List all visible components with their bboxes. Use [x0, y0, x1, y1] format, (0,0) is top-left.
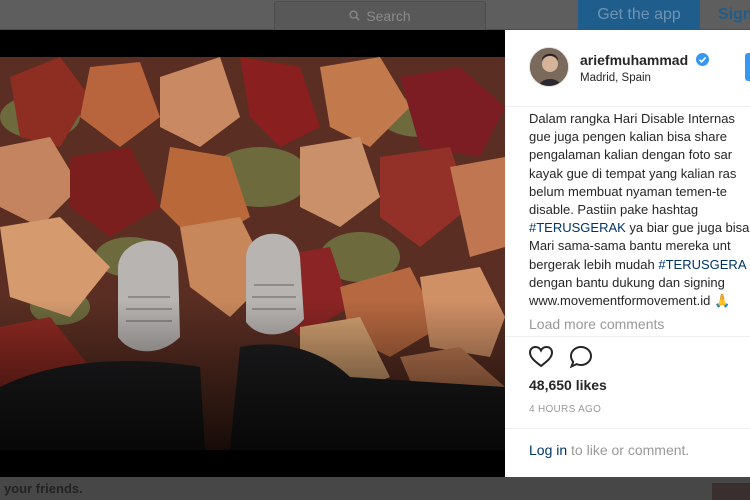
background-page-strip: [0, 477, 750, 500]
caption-line: Mari sama-sama bantu mereka unt: [529, 238, 731, 254]
get-the-app-button[interactable]: Get the app: [578, 0, 700, 30]
login-link[interactable]: Log in: [529, 442, 567, 458]
avatar[interactable]: [529, 47, 569, 87]
divider: [505, 336, 750, 337]
likes-count[interactable]: 48,650 likes: [529, 377, 607, 393]
post-info-panel: ariefmuhammad Madrid, Spain Dalam rangka…: [505, 30, 750, 477]
caption-line: gue juga pengen kalian bisa share: [529, 129, 728, 145]
login-prompt: Log in to like or comment.: [529, 442, 689, 458]
post-caption: Dalam rangka Hari Disable Internas gue j…: [529, 110, 750, 310]
verified-badge-icon: [696, 53, 709, 66]
search-placeholder: Search: [366, 8, 411, 24]
caption-line: pengalaman kalian dengan foto sar: [529, 147, 733, 163]
search-input[interactable]: Search: [274, 1, 486, 31]
divider: [505, 428, 750, 429]
background-page-text: your friends.: [4, 481, 83, 496]
caption-line: disable. Pastiin pake hashtag: [529, 202, 699, 218]
follow-button[interactable]: [745, 53, 750, 81]
caption-line: belum membuat nyaman temen-te: [529, 183, 727, 199]
caption-line: Dalam rangka Hari Disable Internas: [529, 111, 735, 126]
location-link[interactable]: Madrid, Spain: [580, 72, 651, 84]
post-photo-frame: [0, 30, 505, 477]
caption-line: bergerak lebih mudah #TERUSGERA: [529, 256, 747, 272]
login-prompt-text: to like or comment.: [567, 442, 690, 458]
caption-line: dengan bantu dukung dan signing: [529, 274, 725, 290]
load-more-comments-link[interactable]: Load more comments: [529, 316, 664, 332]
post-photo[interactable]: [0, 57, 505, 450]
heart-outline-icon[interactable]: [528, 344, 554, 370]
divider: [505, 106, 750, 107]
caption-line: kayak gue di tempat yang kalian ras: [529, 165, 737, 181]
caption-line: www.movementformovement.id 🙏: [529, 293, 731, 309]
caption-line: #TERUSGERAK ya biar gue juga bisa: [529, 220, 750, 236]
background-page-fragment: [712, 483, 750, 500]
sign-up-link[interactable]: Sign: [718, 0, 750, 30]
username-link[interactable]: ariefmuhammad: [580, 52, 688, 68]
speech-bubble-icon[interactable]: [568, 344, 594, 370]
search-icon: [349, 8, 360, 24]
hashtag-link[interactable]: #TERUSGERAK: [529, 220, 626, 235]
hashtag-link[interactable]: #TERUSGERA: [658, 257, 746, 272]
post-timestamp: 4 HOURS AGO: [529, 404, 602, 415]
